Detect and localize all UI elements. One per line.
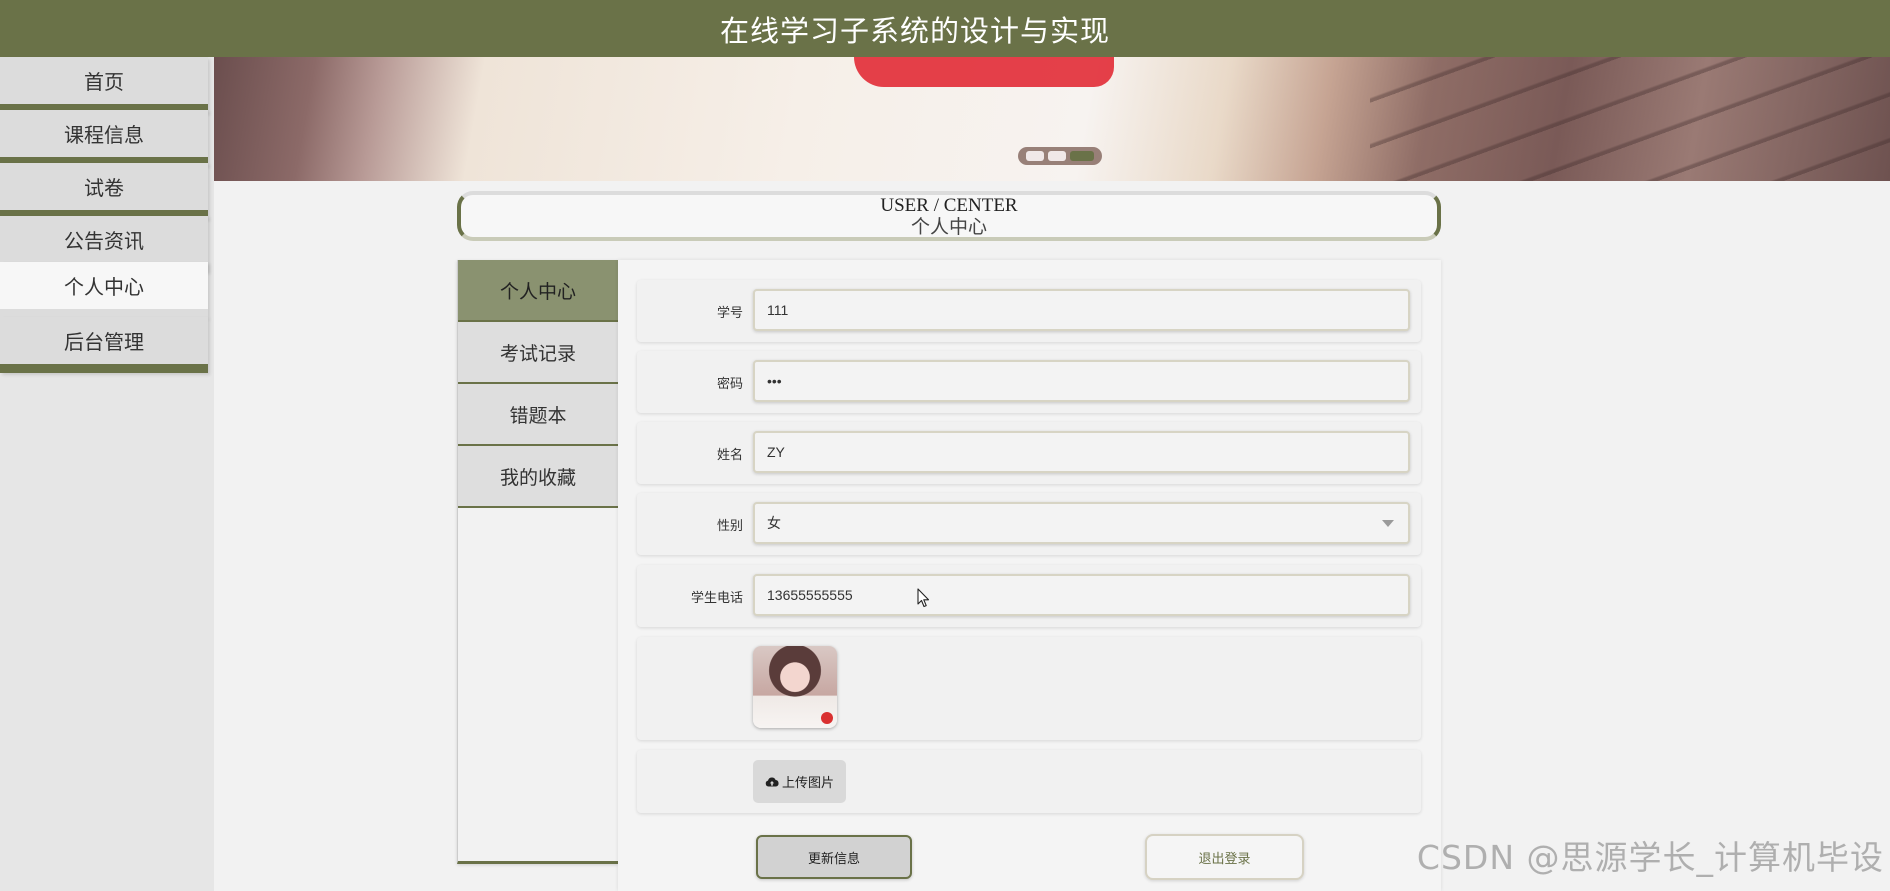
site-title: 在线学习子系统的设计与实现 (719, 15, 1110, 48)
sidebar-item-exam-paper[interactable]: 试卷 (0, 163, 208, 219)
personal-subnav: 个人中心 考试记录 错题本 我的收藏 (457, 260, 618, 864)
gender-selected-value: 女 (767, 515, 781, 531)
form-row-password: 密码 ••• (637, 351, 1421, 413)
avatar-image (753, 646, 837, 728)
student-id-label: 学号 (716, 305, 743, 320)
name-field[interactable]: ZY (753, 431, 1410, 473)
phone-field[interactable]: 13655555555 (753, 574, 1410, 616)
carousel-dot-2[interactable] (1048, 151, 1066, 161)
subnav-item-exam-records[interactable]: 考试记录 (458, 322, 618, 384)
carousel-dot-1[interactable] (1026, 151, 1044, 161)
section-title-box: USER / CENTER 个人中心 (457, 191, 1441, 241)
carousel-indicators (1018, 147, 1102, 165)
watermark-text: CSDN @思源学长_计算机毕设 (1416, 838, 1884, 877)
cloud-upload-icon (765, 777, 779, 786)
sidebar-nav: 首页 课程信息 试卷 公告资讯 个人中心 后台管理 (0, 57, 214, 891)
subnav-item-wrong-questions[interactable]: 错题本 (458, 384, 618, 446)
password-field[interactable]: ••• (753, 360, 1410, 402)
upload-image-button[interactable]: 上传图片 (753, 760, 846, 803)
carousel-dot-3[interactable] (1070, 151, 1094, 161)
form-row-name: 姓名 ZY (637, 422, 1421, 484)
gender-label: 性别 (716, 518, 743, 533)
student-id-field[interactable]: 111 (753, 289, 1410, 331)
chevron-down-icon (1382, 520, 1394, 527)
sidebar-item-personal-center[interactable]: 个人中心 (0, 262, 208, 318)
upload-image-label: 上传图片 (781, 775, 834, 790)
password-label: 密码 (716, 376, 743, 391)
banner-carousel (214, 57, 1890, 181)
mouse-cursor-icon (917, 588, 930, 608)
subnav-item-personal-center[interactable]: 个人中心 (458, 260, 618, 322)
logout-button[interactable]: 退出登录 (1145, 834, 1304, 880)
avatar-image-detail (821, 712, 833, 724)
sidebar-item-home[interactable]: 首页 (0, 57, 208, 113)
form-row-gender: 性别 女 (637, 493, 1421, 555)
sidebar-item-course-info[interactable]: 课程信息 (0, 110, 208, 166)
sidebar-item-admin[interactable]: 后台管理 (0, 317, 208, 373)
form-row-avatar (637, 637, 1421, 740)
section-title-cn: 个人中心 (910, 217, 987, 238)
subnav-item-favorites[interactable]: 我的收藏 (458, 446, 618, 508)
phone-label: 学生电话 (690, 590, 743, 605)
banner-image-accent (854, 57, 1114, 87)
banner-image-planks (1370, 57, 1890, 181)
top-header: 在线学习子系统的设计与实现 (0, 0, 1890, 57)
name-label: 姓名 (716, 447, 743, 462)
update-info-button[interactable]: 更新信息 (756, 835, 912, 879)
gender-select[interactable]: 女 (753, 502, 1410, 544)
form-row-student-id: 学号 111 (637, 280, 1421, 342)
profile-form: 学号 111 密码 ••• 姓名 ZY 性别 女 学生电话 1365555555… (618, 260, 1441, 891)
form-row-phone: 学生电话 13655555555 (637, 565, 1421, 627)
section-title-en: USER / CENTER (880, 195, 1018, 216)
form-row-upload: 上传图片 (637, 750, 1421, 813)
